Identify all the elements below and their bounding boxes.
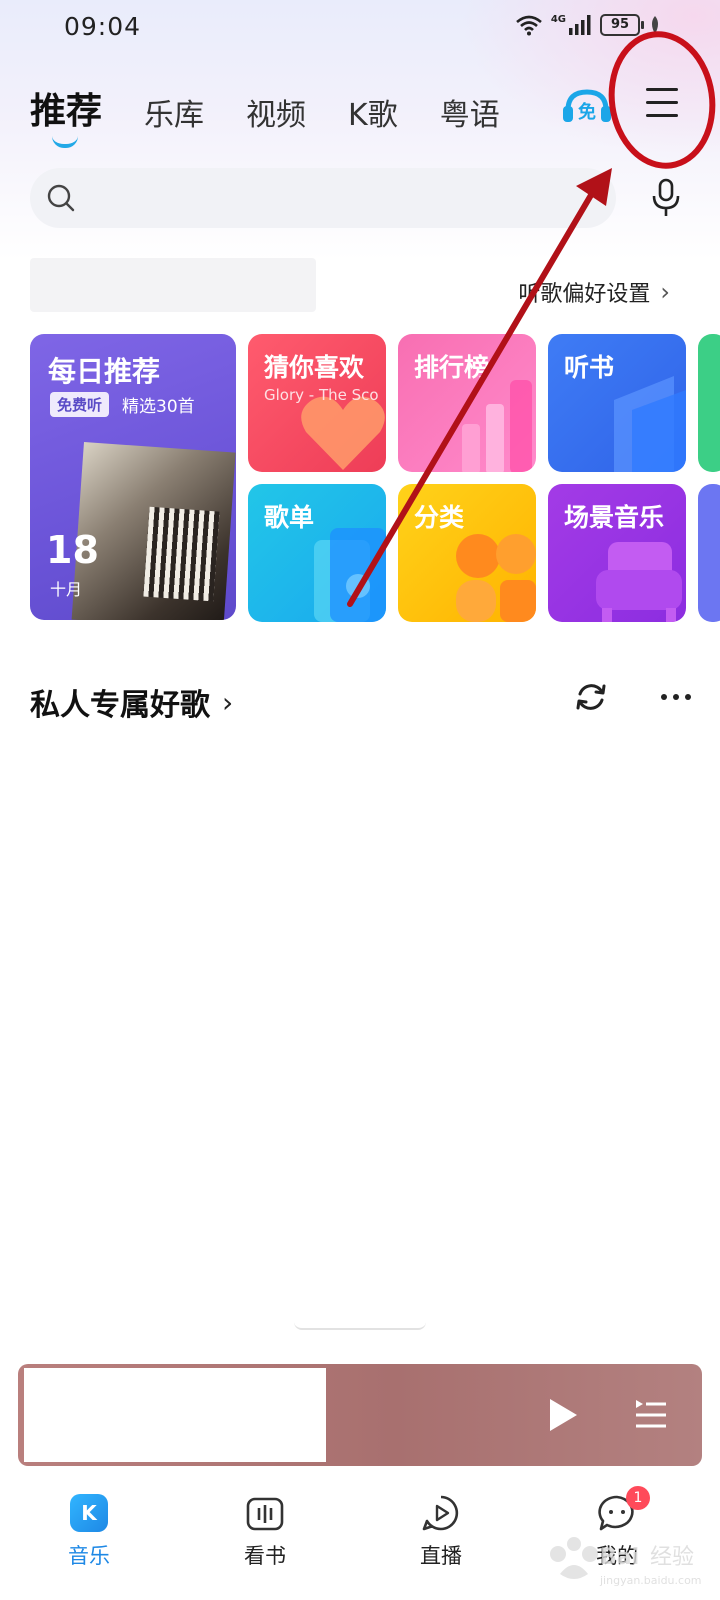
category-title: 分类 — [414, 503, 465, 532]
nav-live-label: 直播 — [420, 1544, 462, 1568]
tab-cantonese[interactable]: 粤语 — [440, 90, 500, 134]
chart-card[interactable]: 排行榜 — [398, 334, 536, 472]
status-icons: 4G 95 — [515, 14, 662, 36]
leaf-icon — [652, 16, 658, 34]
section-title[interactable]: 私人专属好歌 › — [30, 680, 233, 724]
search-icon — [47, 184, 75, 212]
nav-live[interactable]: 直播 — [386, 1494, 496, 1570]
scene-music-card[interactable]: 场景音乐 — [548, 484, 686, 622]
book-pages-icon — [614, 376, 686, 472]
chevron-right-icon: › — [222, 685, 234, 719]
next-card-peek[interactable] — [698, 334, 720, 472]
category-shapes-icon — [456, 534, 536, 622]
live-play-icon — [422, 1495, 459, 1531]
section-title-label: 私人专属好歌 — [30, 688, 210, 723]
guess-you-like-subtitle: Glory - The Sco — [264, 386, 379, 404]
playlist-queue-icon[interactable] — [634, 1398, 668, 1432]
chart-title: 排行榜 — [414, 353, 490, 382]
music-k-icon: K — [70, 1494, 108, 1532]
nav-music-label: 音乐 — [68, 1544, 110, 1568]
audiobook-card[interactable]: 听书 — [548, 334, 686, 472]
nav-reading-label: 看书 — [244, 1544, 286, 1568]
more-options-icon[interactable] — [660, 692, 692, 702]
mini-player[interactable] — [18, 1364, 702, 1466]
wifi-icon — [515, 15, 542, 36]
drag-handle[interactable] — [294, 1322, 426, 1330]
hamburger-menu-icon[interactable] — [646, 88, 686, 124]
free-badge-text: 免 — [578, 101, 596, 123]
tab-library[interactable]: 乐库 — [144, 90, 204, 134]
search-input[interactable] — [30, 168, 616, 228]
tab-karaoke[interactable]: K歌 — [348, 90, 398, 134]
free-listen-icon[interactable]: 免 — [560, 86, 614, 126]
listening-preference-label: 听歌偏好设置 — [518, 282, 651, 307]
nav-mine[interactable]: 1 我的 — [562, 1486, 672, 1570]
guess-you-like-card[interactable]: 猜你喜欢 Glory - The Sco — [248, 334, 386, 472]
listening-preference-link[interactable]: 听歌偏好设置 › — [518, 276, 670, 308]
tab-recommend[interactable]: 推荐 — [30, 82, 102, 148]
daily-recommend-card[interactable]: 每日推荐 免费听 精选30首 18 十月 — [30, 334, 236, 620]
refresh-icon[interactable] — [574, 680, 608, 714]
notification-badge: 1 — [626, 1486, 650, 1510]
nav-music[interactable]: K 音乐 — [34, 1494, 144, 1570]
nav-mine-label: 我的 — [596, 1544, 638, 1568]
status-time: 09:04 — [64, 12, 142, 41]
heart-icon — [301, 396, 385, 470]
user-greeting-placeholder — [30, 258, 316, 312]
bottom-nav: K 音乐 看书 直播 1 我的 — [0, 1476, 720, 1600]
playlist-title: 歌单 — [264, 503, 315, 532]
daily-date-month: 十月 — [50, 580, 83, 599]
chevron-right-icon: › — [660, 278, 670, 306]
mic-icon[interactable] — [650, 178, 682, 218]
nav-reading[interactable]: 看书 — [210, 1494, 320, 1570]
next-card-peek-2[interactable] — [698, 484, 720, 622]
free-listen-tag: 免费听 — [50, 392, 110, 417]
playlist-card[interactable]: 歌单 — [248, 484, 386, 622]
category-card[interactable]: 分类 — [398, 484, 536, 622]
guess-you-like-title: 猜你喜欢 — [264, 353, 365, 382]
sofa-icon — [596, 542, 682, 622]
battery-icon: 95 — [600, 14, 644, 36]
book-icon — [246, 1497, 284, 1531]
status-bar: 09:04 4G 95 — [0, 0, 720, 56]
tab-video[interactable]: 视频 — [246, 90, 306, 134]
rank-bars-icon — [462, 380, 532, 472]
audiobook-title: 听书 — [564, 353, 615, 382]
playlist-icon — [314, 528, 386, 622]
player-track-info-placeholder — [24, 1368, 326, 1462]
daily-recommend-title: 每日推荐 — [48, 355, 161, 388]
signal-icon — [569, 15, 591, 35]
network-type: 4G — [550, 13, 566, 25]
top-tabs: 推荐 乐库 视频 K歌 粤语 — [30, 82, 542, 148]
scene-music-title: 场景音乐 — [564, 503, 665, 532]
daily-recommend-subtitle: 精选30首 — [122, 397, 195, 417]
play-icon[interactable] — [546, 1396, 580, 1434]
daily-date-day: 18 — [46, 528, 99, 572]
